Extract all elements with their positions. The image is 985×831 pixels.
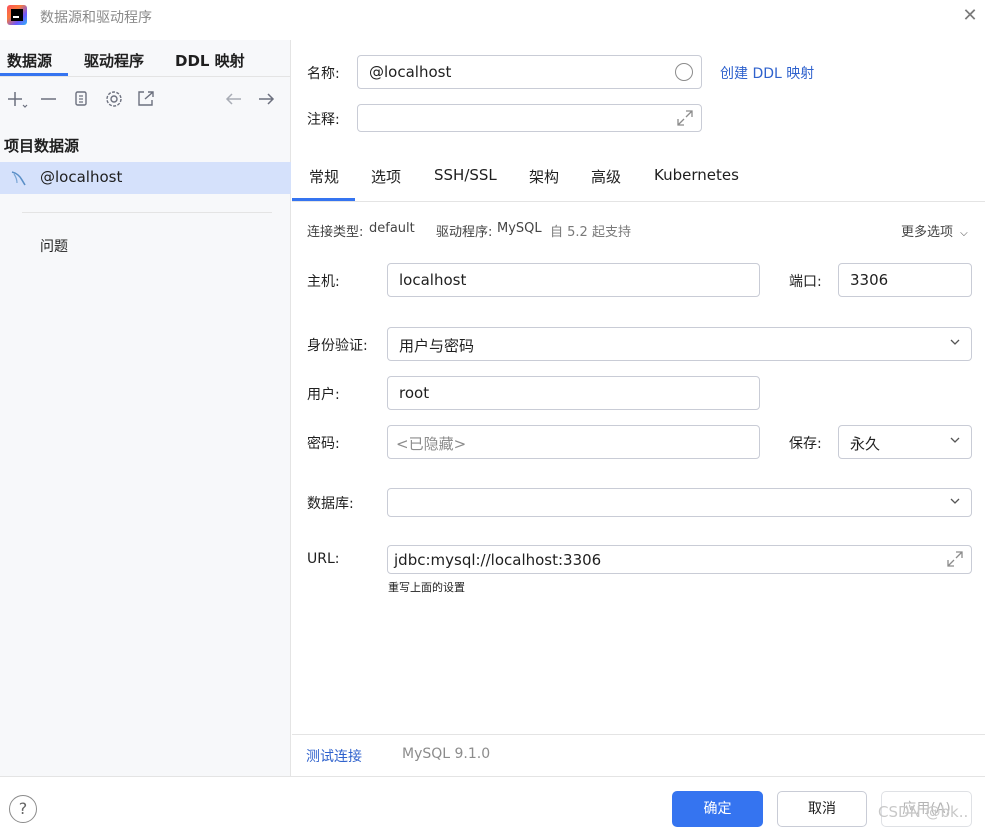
open-external-icon[interactable] xyxy=(135,89,157,109)
connection-type-link[interactable]: default xyxy=(369,221,415,236)
database-label: 数据库: xyxy=(307,496,354,512)
add-icon[interactable] xyxy=(6,89,28,109)
user-value: root xyxy=(399,384,430,402)
name-field[interactable]: @localhost xyxy=(357,55,702,89)
password-label: 密码: xyxy=(307,436,340,452)
watermark: CSDN @bk.. xyxy=(878,803,969,821)
more-options-link[interactable]: 更多选项 ⌵ xyxy=(901,221,968,240)
mysql-version: MySQL 9.1.0 xyxy=(402,746,491,762)
datasource-item-localhost[interactable]: @localhost xyxy=(0,162,291,194)
tab-ddl-mappings[interactable]: DDL 映射 xyxy=(175,50,245,71)
back-arrow-icon[interactable] xyxy=(223,89,245,109)
expand-icon[interactable] xyxy=(675,108,695,128)
tab-drivers[interactable]: 驱动程序 xyxy=(84,50,144,71)
problems-item[interactable]: 问题 xyxy=(40,236,68,256)
name-label: 名称: xyxy=(307,66,340,82)
url-label: URL: xyxy=(307,551,340,567)
divider xyxy=(292,201,985,202)
more-options-label: 更多选项 xyxy=(901,225,954,240)
tab-ssh-ssl[interactable]: SSH/SSL xyxy=(434,166,497,184)
tab-schemas[interactable]: 架构 xyxy=(529,166,559,187)
intellij-logo-icon xyxy=(7,5,27,25)
color-circle-icon[interactable] xyxy=(675,63,693,81)
save-value: 永久 xyxy=(850,435,881,453)
mysql-dolphin-icon xyxy=(10,169,28,187)
datasource-label: @localhost xyxy=(40,168,123,186)
help-icon[interactable]: ? xyxy=(9,795,37,823)
save-label: 保存: xyxy=(789,436,822,452)
test-connection-link[interactable]: 测试连接 xyxy=(306,746,362,766)
divider xyxy=(22,212,272,213)
tab-general[interactable]: 常规 xyxy=(309,166,339,187)
divider xyxy=(0,76,291,77)
name-value: @localhost xyxy=(369,63,452,81)
cancel-button[interactable]: 取消 xyxy=(777,791,867,827)
host-input[interactable]: localhost xyxy=(387,263,760,297)
port-input[interactable]: 3306 xyxy=(838,263,972,297)
comment-field[interactable] xyxy=(357,104,702,132)
divider xyxy=(292,734,985,735)
port-label: 端口: xyxy=(789,274,822,290)
tab-datasources[interactable]: 数据源 xyxy=(7,50,52,71)
chevron-down-icon xyxy=(949,495,961,510)
tab-kubernetes[interactable]: Kubernetes xyxy=(654,166,739,184)
auth-label: 身份验证: xyxy=(307,338,368,354)
comment-label: 注释: xyxy=(307,112,340,128)
expand-icon[interactable] xyxy=(945,549,965,569)
create-ddl-mapping-link[interactable]: 创建 DDL 映射 xyxy=(720,63,814,83)
driver-label: 驱动程序: xyxy=(436,225,493,240)
chevron-down-icon: ⌵ xyxy=(960,228,968,239)
url-value: jdbc:mysql://localhost:3306 xyxy=(394,551,602,569)
save-select[interactable]: 永久 xyxy=(838,425,972,459)
connection-type-label: 连接类型: xyxy=(307,225,364,240)
tab-advanced[interactable]: 高级 xyxy=(591,166,621,187)
title-bar: 数据源和驱动程序 ✕ xyxy=(0,0,985,32)
project-datasources-title: 项目数据源 xyxy=(4,137,80,155)
forward-arrow-icon[interactable] xyxy=(255,89,277,109)
gear-icon[interactable] xyxy=(103,89,125,109)
database-select[interactable] xyxy=(387,488,972,517)
divider xyxy=(0,776,985,777)
password-input[interactable]: <已隐藏> xyxy=(387,425,760,459)
password-placeholder: <已隐藏> xyxy=(396,435,467,453)
driver-link[interactable]: MySQL xyxy=(497,221,542,236)
chevron-down-icon xyxy=(949,434,961,449)
copy-icon[interactable] xyxy=(70,89,92,109)
tab-options[interactable]: 选项 xyxy=(371,166,401,187)
chevron-down-icon xyxy=(949,336,961,351)
window-title: 数据源和驱动程序 xyxy=(40,10,152,26)
driver-note: 自 5.2 起支持 xyxy=(550,225,631,240)
auth-select[interactable]: 用户与密码 xyxy=(387,327,972,361)
url-hint: 重写上面的设置 xyxy=(388,581,465,594)
host-value: localhost xyxy=(399,271,467,289)
url-input[interactable]: jdbc:mysql://localhost:3306 xyxy=(387,545,972,574)
port-value: 3306 xyxy=(850,271,889,289)
user-input[interactable]: root xyxy=(387,376,760,410)
host-label: 主机: xyxy=(307,274,340,290)
close-icon[interactable]: ✕ xyxy=(960,6,980,26)
remove-icon[interactable] xyxy=(38,89,60,109)
auth-value: 用户与密码 xyxy=(399,337,475,355)
user-label: 用户: xyxy=(307,387,340,403)
ok-button[interactable]: 确定 xyxy=(672,791,763,827)
